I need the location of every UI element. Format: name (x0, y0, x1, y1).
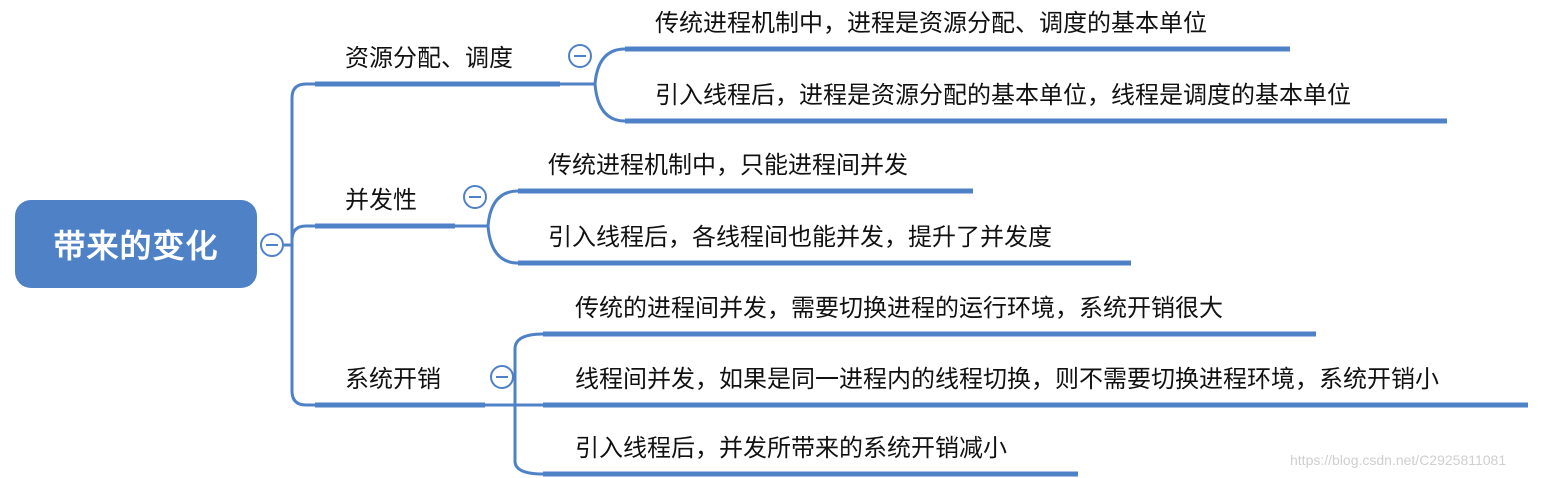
leaf-text-3-2[interactable]: 线程间并发，如果是同一进程内的线程切换，则不需要切换进程环境，系统开销小 (575, 367, 1439, 391)
leaf-text-3-1[interactable]: 传统的进程间并发，需要切换进程的运行环境，系统开销很大 (575, 296, 1223, 320)
leaf-text-1-1[interactable]: 传统进程机制中，进程是资源分配、调度的基本单位 (655, 11, 1207, 35)
leaf-text-2-2[interactable]: 引入线程后，各线程间也能并发，提升了并发度 (548, 225, 1052, 249)
branch-1-collapse-toggle[interactable] (568, 44, 592, 68)
branch-2-collapse-toggle[interactable] (463, 185, 487, 209)
root-connector-3 (290, 245, 315, 407)
branch-label-resource-scheduling[interactable]: 资源分配、调度 (345, 46, 513, 70)
branch-1-child-connector-1 (593, 47, 626, 85)
root-collapse-toggle[interactable] (260, 233, 284, 257)
leaf-text-3-3[interactable]: 引入线程后，并发所带来的系统开销减小 (575, 436, 1007, 460)
branch-2-child-connector-1 (486, 189, 519, 227)
branch-label-concurrency[interactable]: 并发性 (345, 188, 417, 212)
branch-1-child-connector-2 (593, 83, 626, 123)
leaf-text-2-1[interactable]: 传统进程机制中，只能进程间并发 (548, 153, 908, 177)
branch-label-system-overhead[interactable]: 系统开销 (345, 367, 441, 391)
branch-3-child-connector-1 (513, 332, 544, 405)
leaf-text-1-2[interactable]: 引入线程后，进程是资源分配的基本单位，线程是调度的基本单位 (655, 83, 1351, 107)
root-node[interactable]: 带来的变化 (15, 200, 257, 288)
branch-2-child-connector-2 (486, 225, 519, 265)
root-connector-2 (290, 224, 315, 245)
root-connector-1 (284, 82, 315, 247)
branch-3-child-connector-3 (513, 405, 544, 476)
watermark: https://blog.csdn.net/C2925811081 (1290, 452, 1507, 468)
branch-3-collapse-toggle[interactable] (490, 365, 514, 389)
